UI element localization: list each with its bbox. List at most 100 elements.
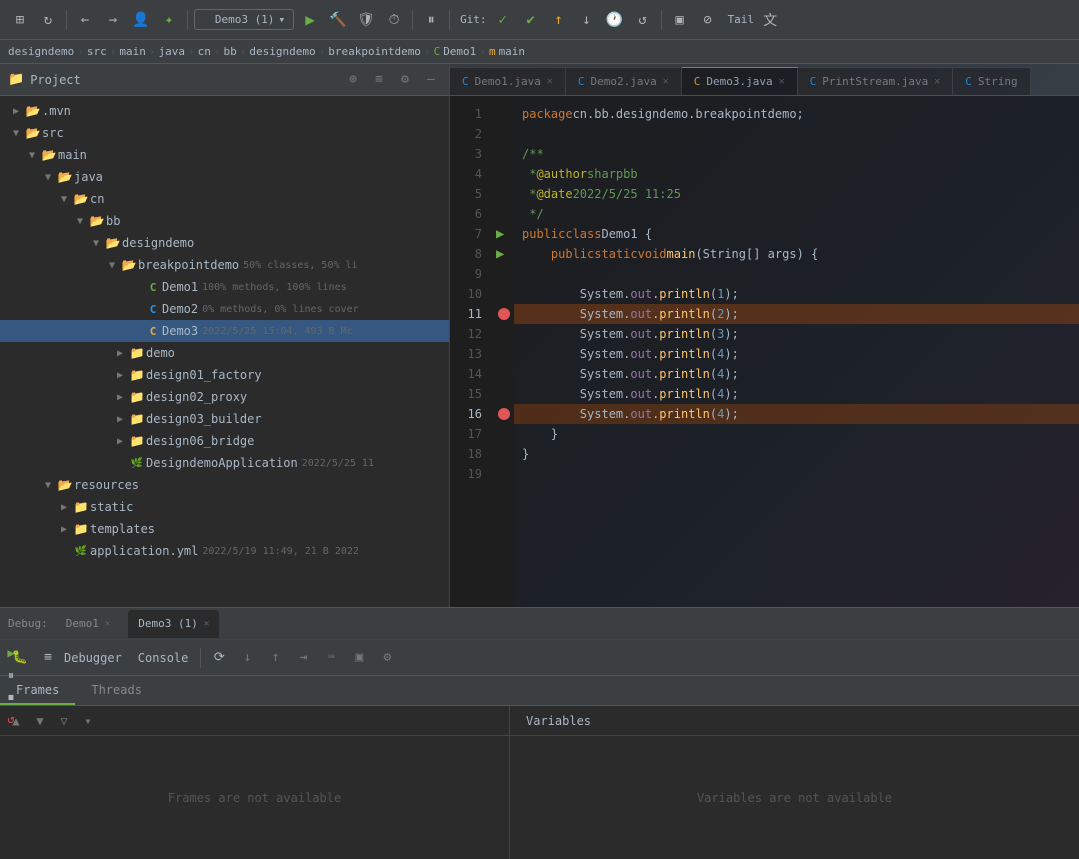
tree-item-demo2[interactable]: ▶ C Demo2 0% methods, 0% lines cover — [0, 298, 449, 320]
toolbar-back-icon[interactable]: ← — [73, 8, 97, 32]
tree-item-design03[interactable]: ▶ 📁 design03_builder — [0, 408, 449, 430]
stop-debug-icon[interactable]: ⏹ — [2, 688, 20, 706]
toolbar-layout-icon[interactable]: ⊞ — [8, 8, 32, 32]
tree-item-main[interactable]: ▼ 📂 main — [0, 144, 449, 166]
bc-breakpointdemo[interactable]: breakpointdemo — [328, 45, 421, 58]
tab-close-demo1[interactable]: ✕ — [547, 76, 553, 87]
tab-printstream[interactable]: C PrintStream.java ✕ — [798, 67, 954, 95]
tree-item-src[interactable]: ▼ 📂 src — [0, 122, 449, 144]
project-close-icon[interactable]: — — [421, 70, 441, 90]
tree-item-applicationyml[interactable]: ▶ 🌿 application.yml 2022/5/19 11:49, 21 … — [0, 540, 449, 562]
line-2: 2 — [450, 124, 490, 144]
tree-item-designdemo[interactable]: ▼ 📂 designdemo — [0, 232, 449, 254]
bc-bb[interactable]: bb — [223, 45, 236, 58]
tree-item-resources[interactable]: ▼ 📂 resources — [0, 474, 449, 496]
folder-icon-demo: 📁 — [128, 346, 146, 360]
bc-sep-3: › — [149, 45, 156, 58]
token: . — [652, 384, 659, 404]
debug-tab-demo3[interactable]: Demo3 (1) ✕ — [128, 610, 219, 638]
code-content[interactable]: package cn.bb.designdemo.breakpointdemo;… — [514, 96, 1079, 607]
bc-main[interactable]: main — [119, 45, 146, 58]
evaluate-icon[interactable]: ⌨ — [319, 646, 343, 670]
tab-close-demo3[interactable]: ✕ — [779, 76, 785, 87]
tab-demo1[interactable]: C Demo1.java ✕ — [450, 67, 566, 95]
tree-item-designdemoapplication[interactable]: ▶ 🌿 DesigndemoApplication 2022/5/25 11 — [0, 452, 449, 474]
tree-item-demo1[interactable]: ▶ C Demo1 100% methods, 100% lines — [0, 276, 449, 298]
bc-designdemo[interactable]: designdemo — [8, 45, 74, 58]
bc-main-method[interactable]: main — [499, 45, 526, 58]
tree-item-breakpointdemo[interactable]: ▼ 📂 breakpointdemo 50% classes, 50% li — [0, 254, 449, 276]
bc-demo1[interactable]: Demo1 — [443, 45, 476, 58]
coverage-icon[interactable]: 🛡 — [354, 8, 378, 32]
bc-designdemo2[interactable]: designdemo — [249, 45, 315, 58]
tree-item-templates[interactable]: ▶ 📁 templates — [0, 518, 449, 540]
stop2-icon[interactable]: ⊘ — [696, 8, 720, 32]
run-config-button[interactable]: ▶ Demo3 (1) ▾ — [194, 9, 294, 30]
project-settings-icon[interactable]: ⚙ — [395, 70, 415, 90]
token: main — [667, 244, 696, 264]
translate-icon[interactable]: 文 — [758, 8, 782, 32]
toolbar-forward-icon[interactable]: → — [101, 8, 125, 32]
bc-src[interactable]: src — [87, 45, 107, 58]
code-line-11: System.out.println(2); — [514, 304, 1079, 324]
tree-item-bb[interactable]: ▼ 📂 bb — [0, 210, 449, 232]
tree-item-mvn[interactable]: ▶ 📂 .mvn — [0, 100, 449, 122]
git-tick-icon[interactable]: ✔ — [519, 8, 543, 32]
debug-tab-demo1[interactable]: Demo1 ✕ — [56, 610, 121, 638]
tree-meta-demo2: 0% methods, 0% lines cover — [202, 304, 359, 315]
run-to-cursor-icon[interactable]: ⇥ — [291, 646, 315, 670]
pause-icon[interactable]: ⏸ — [2, 666, 20, 684]
toolbar-user-icon[interactable]: 👤 — [129, 8, 153, 32]
code-line-17: } — [514, 424, 1079, 444]
frames-icon[interactable]: ▣ — [347, 646, 371, 670]
token: 1 — [717, 284, 724, 304]
git-history-icon[interactable]: 🕐 — [603, 8, 627, 32]
git-check-icon[interactable]: ✓ — [491, 8, 515, 32]
git-update-icon[interactable]: ↓ — [575, 8, 599, 32]
frames-down-icon[interactable]: ▼ — [30, 711, 50, 731]
stop-icon[interactable]: ⏸ — [419, 8, 443, 32]
frames-export-icon[interactable]: ▾ — [78, 711, 98, 731]
tree-item-cn[interactable]: ▼ 📂 cn — [0, 188, 449, 210]
tree-item-design01[interactable]: ▶ 📁 design01_factory — [0, 364, 449, 386]
code-line-9 — [514, 264, 1079, 284]
project-collapse-icon[interactable]: ≡ — [369, 70, 389, 90]
tree-item-design02[interactable]: ▶ 📁 design02_proxy — [0, 386, 449, 408]
terminal-icon[interactable]: ▣ — [668, 8, 692, 32]
tab-close-demo2[interactable]: ✕ — [663, 76, 669, 87]
threads-subtab[interactable]: Threads — [75, 676, 158, 705]
tab-close-printstream[interactable]: ✕ — [934, 76, 940, 87]
line-12: 12 — [450, 324, 490, 344]
tree-item-design06[interactable]: ▶ 📁 design06_bridge — [0, 430, 449, 452]
tab-demo3[interactable]: C Demo3.java ✕ — [682, 67, 798, 95]
step-into-icon[interactable]: ↓ — [235, 646, 259, 670]
toolbar-refresh-icon[interactable]: ↻ — [36, 8, 60, 32]
token: cn.bb.designdemo.breakpointdemo; — [573, 104, 804, 124]
build-icon[interactable]: 🔨 — [326, 8, 350, 32]
console-tab-button[interactable]: ≡ — [36, 646, 60, 670]
bc-cn[interactable]: cn — [198, 45, 211, 58]
bc-java[interactable]: java — [158, 45, 185, 58]
toolbar-wand-icon[interactable]: ✦ — [157, 8, 181, 32]
rerun-icon[interactable]: ↺ — [2, 710, 20, 728]
tab-demo2[interactable]: C Demo2.java ✕ — [566, 67, 682, 95]
tree-item-java[interactable]: ▼ 📂 java — [0, 166, 449, 188]
debug-tab-demo1-close[interactable]: ✕ — [105, 619, 110, 629]
project-add-icon[interactable]: ⊕ — [343, 70, 363, 90]
tree-item-demo[interactable]: ▶ 📁 demo — [0, 342, 449, 364]
profile-icon[interactable]: ⏱ — [382, 8, 406, 32]
tab-string[interactable]: C String — [953, 67, 1030, 95]
step-over-icon[interactable]: ⟳ — [207, 646, 231, 670]
resume-icon[interactable]: ▶ — [2, 644, 20, 662]
settings-icon[interactable]: ⚙ — [375, 646, 399, 670]
run-icon[interactable]: ▶ — [298, 8, 322, 32]
tree-item-demo3[interactable]: ▶ C Demo3 2022/5/25 15:04, 493 B Mc — [0, 320, 449, 342]
frames-filter-icon[interactable]: ▽ — [54, 711, 74, 731]
git-revert-icon[interactable]: ↺ — [631, 8, 655, 32]
step-out-icon[interactable]: ↑ — [263, 646, 287, 670]
tree-item-static[interactable]: ▶ 📁 static — [0, 496, 449, 518]
debug-tab-demo3-close[interactable]: ✕ — [204, 619, 209, 629]
code-editor[interactable]: 1 2 3 4 5 6 7 8 9 10 11 12 13 14 15 16 1… — [450, 96, 1079, 607]
line-17: 17 — [450, 424, 490, 444]
git-up-icon[interactable]: ↑ — [547, 8, 571, 32]
